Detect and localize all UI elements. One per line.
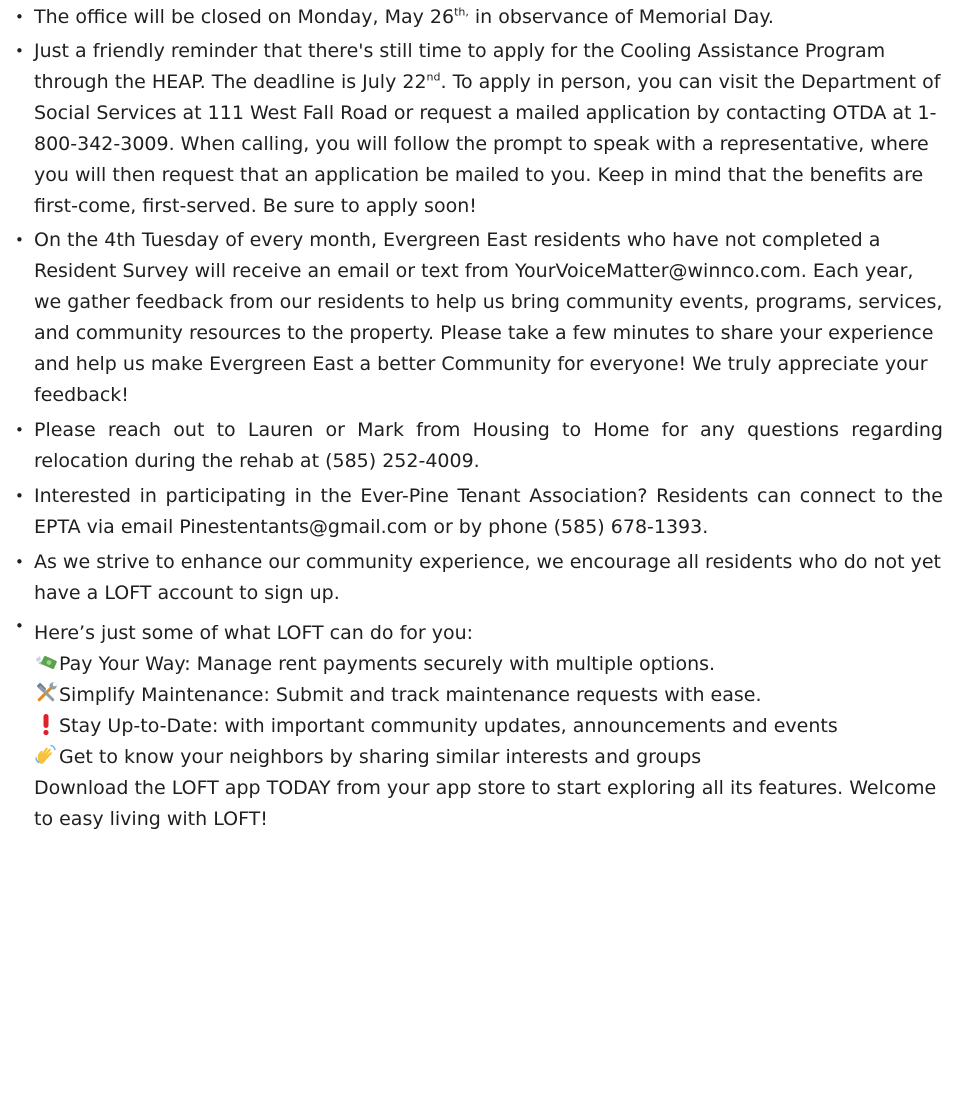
waving-hand-icon — [35, 744, 56, 764]
closure-text: The office will be closed on Monday, May… — [34, 6, 455, 28]
loft-download: Download the LOFT app TODAY from your ap… — [34, 777, 937, 830]
announcements-page: • The office will be closed on Monday, M… — [0, 2, 955, 1114]
exclamation-icon — [43, 714, 49, 736]
bullet-dot: • — [15, 553, 24, 571]
list-item-loft-signup: • As we strive to enhance our community … — [14, 547, 943, 609]
survey-text: On the 4th Tuesday of every month, Everg… — [34, 229, 943, 406]
bullet-dot: • — [15, 8, 24, 26]
loft-feature-neighbors: Get to know your neighbors by sharing si… — [34, 742, 943, 773]
list-item-relocation: • Please reach out to Lauren or Mark fro… — [14, 415, 943, 477]
loft-feature-pay: Pay Your Way: Manage rent payments secur… — [34, 649, 943, 680]
bullet-dot: • — [15, 487, 24, 505]
bullet-dot: • — [15, 421, 24, 439]
announcement-list: • The office will be closed on Monday, M… — [14, 2, 943, 835]
tenant-association-text: Interested in participating in the Ever-… — [34, 485, 943, 538]
list-item-resident-survey: • On the 4th Tuesday of every month, Eve… — [14, 225, 943, 411]
bullet-dot: • — [15, 42, 24, 60]
list-item-office-closure: • The office will be closed on Monday, M… — [14, 2, 943, 33]
pay-text: Pay Your Way: Manage rent payments secur… — [59, 653, 716, 675]
list-item-tenant-association: • Interested in participating in the Eve… — [14, 481, 943, 543]
loft-feature-maintenance: Simplify Maintenance: Submit and track m… — [34, 680, 943, 711]
cooling-superscript: nd — [426, 70, 441, 84]
neighbors-text: Get to know your neighbors by sharing si… — [59, 746, 702, 768]
relocation-text: Please reach out to Lauren or Mark from … — [34, 419, 943, 472]
bullet-dot: • — [15, 231, 24, 249]
bullet-dot: • — [15, 617, 24, 635]
list-item-loft-features: • Here’s just some of what LOFT can do f… — [14, 617, 943, 835]
loft-feature-updates: Stay Up-to-Date: with important communit… — [34, 711, 943, 742]
money-with-wings-icon — [36, 656, 57, 669]
loft-signup-text: As we strive to enhance our community ex… — [34, 551, 941, 604]
hammer-and-wrench-icon — [36, 682, 57, 702]
updates-text: Stay Up-to-Date: with important communit… — [59, 715, 838, 737]
maintenance-text: Simplify Maintenance: Submit and track m… — [59, 684, 762, 706]
list-item-cooling-assistance: • Just a friendly reminder that there's … — [14, 36, 943, 222]
closure-superscript: th, — [454, 5, 469, 19]
closure-text-end: in observance of Memorial Day. — [468, 6, 774, 28]
loft-intro: Here’s just some of what LOFT can do for… — [34, 622, 474, 644]
